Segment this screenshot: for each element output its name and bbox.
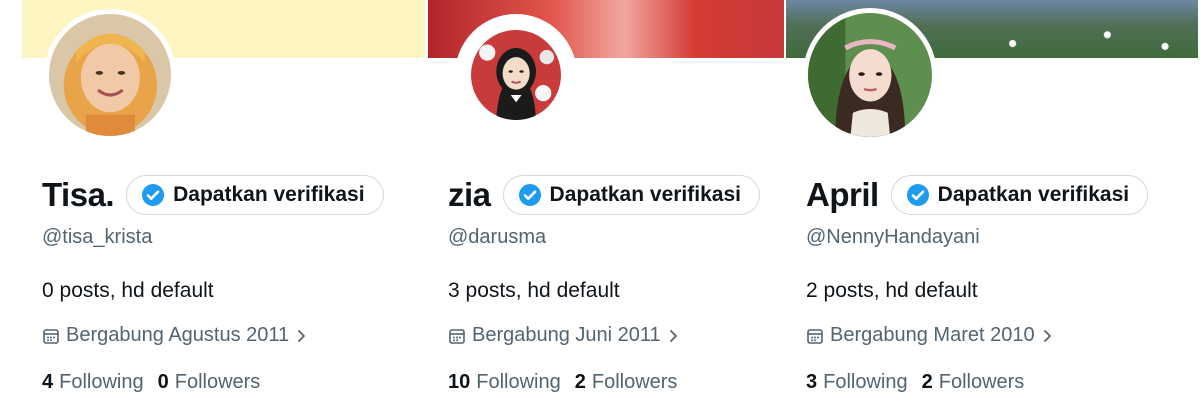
followers-count: 2 [574, 371, 586, 393]
followers-link[interactable]: 2 Followers [575, 371, 678, 394]
profile-avatar[interactable] [44, 9, 176, 141]
following-label: Following [59, 371, 144, 393]
following-label: Following [476, 371, 561, 393]
followers-label: Followers [938, 371, 1025, 393]
followers-link[interactable]: 0 Followers [158, 371, 261, 394]
calendar-icon [448, 327, 466, 345]
profile-card-april: April Dapatkan verifikasi @NennyHandayan… [786, 0, 1198, 412]
chevron-right-icon [667, 328, 681, 344]
following-count: 10 [448, 371, 471, 393]
followers-label: Followers [591, 371, 678, 393]
profile-card-zia: zia Dapatkan verifikasi @darusma 3 posts… [428, 0, 784, 412]
profile-card-tisa: Tisa. Dapatkan verifikasi @tisa_krista 0… [22, 0, 425, 412]
following-label: Following [823, 371, 908, 393]
joined-date: Bergabung Agustus 2011 [66, 324, 290, 346]
username-handle: @tisa_krista [42, 226, 153, 248]
joined-date-link[interactable]: Bergabung Agustus 2011 [42, 324, 309, 347]
chevron-right-icon [295, 328, 309, 344]
profile-bio: 3 posts, hd default [448, 279, 620, 302]
get-verified-button[interactable]: Dapatkan verifikasi [126, 175, 384, 215]
get-verified-button[interactable]: Dapatkan verifikasi [890, 175, 1149, 215]
following-link[interactable]: 3 Following [806, 371, 908, 394]
followers-count: 0 [157, 371, 169, 393]
display-name: zia [448, 176, 491, 213]
joined-date: Bergabung Maret 2010 [830, 324, 1035, 346]
display-name: April [806, 176, 879, 213]
following-count: 4 [42, 371, 54, 393]
get-verified-button[interactable]: Dapatkan verifikasi [502, 175, 760, 215]
following-link[interactable]: 4 Following [42, 371, 144, 394]
following-link[interactable]: 10 Following [448, 371, 561, 394]
verified-badge-icon [518, 183, 542, 207]
followers-link[interactable]: 2 Followers [922, 371, 1025, 394]
verified-badge-icon [906, 183, 930, 207]
verified-badge-icon [141, 183, 165, 207]
calendar-icon [806, 327, 824, 345]
followers-label: Followers [174, 371, 261, 393]
get-verified-label: Dapatkan verifikasi [173, 183, 365, 206]
get-verified-label: Dapatkan verifikasi [937, 183, 1130, 206]
profile-bio: 2 posts, hd default [806, 279, 978, 302]
followers-count: 2 [921, 371, 933, 393]
calendar-icon [42, 327, 60, 345]
username-handle: @darusma [448, 226, 547, 248]
profile-avatar[interactable] [803, 8, 937, 142]
username-handle: @NennyHandayani [806, 226, 980, 248]
profile-bio: 0 posts, hd default [42, 279, 214, 302]
joined-date-link[interactable]: Bergabung Juni 2011 [448, 324, 681, 347]
profile-avatar[interactable] [455, 14, 577, 136]
get-verified-label: Dapatkan verifikasi [549, 183, 741, 206]
joined-date: Bergabung Juni 2011 [472, 324, 661, 346]
following-count: 3 [806, 371, 818, 393]
chevron-right-icon [1041, 328, 1055, 344]
display-name: Tisa. [42, 176, 115, 213]
joined-date-link[interactable]: Bergabung Maret 2010 [806, 324, 1055, 347]
